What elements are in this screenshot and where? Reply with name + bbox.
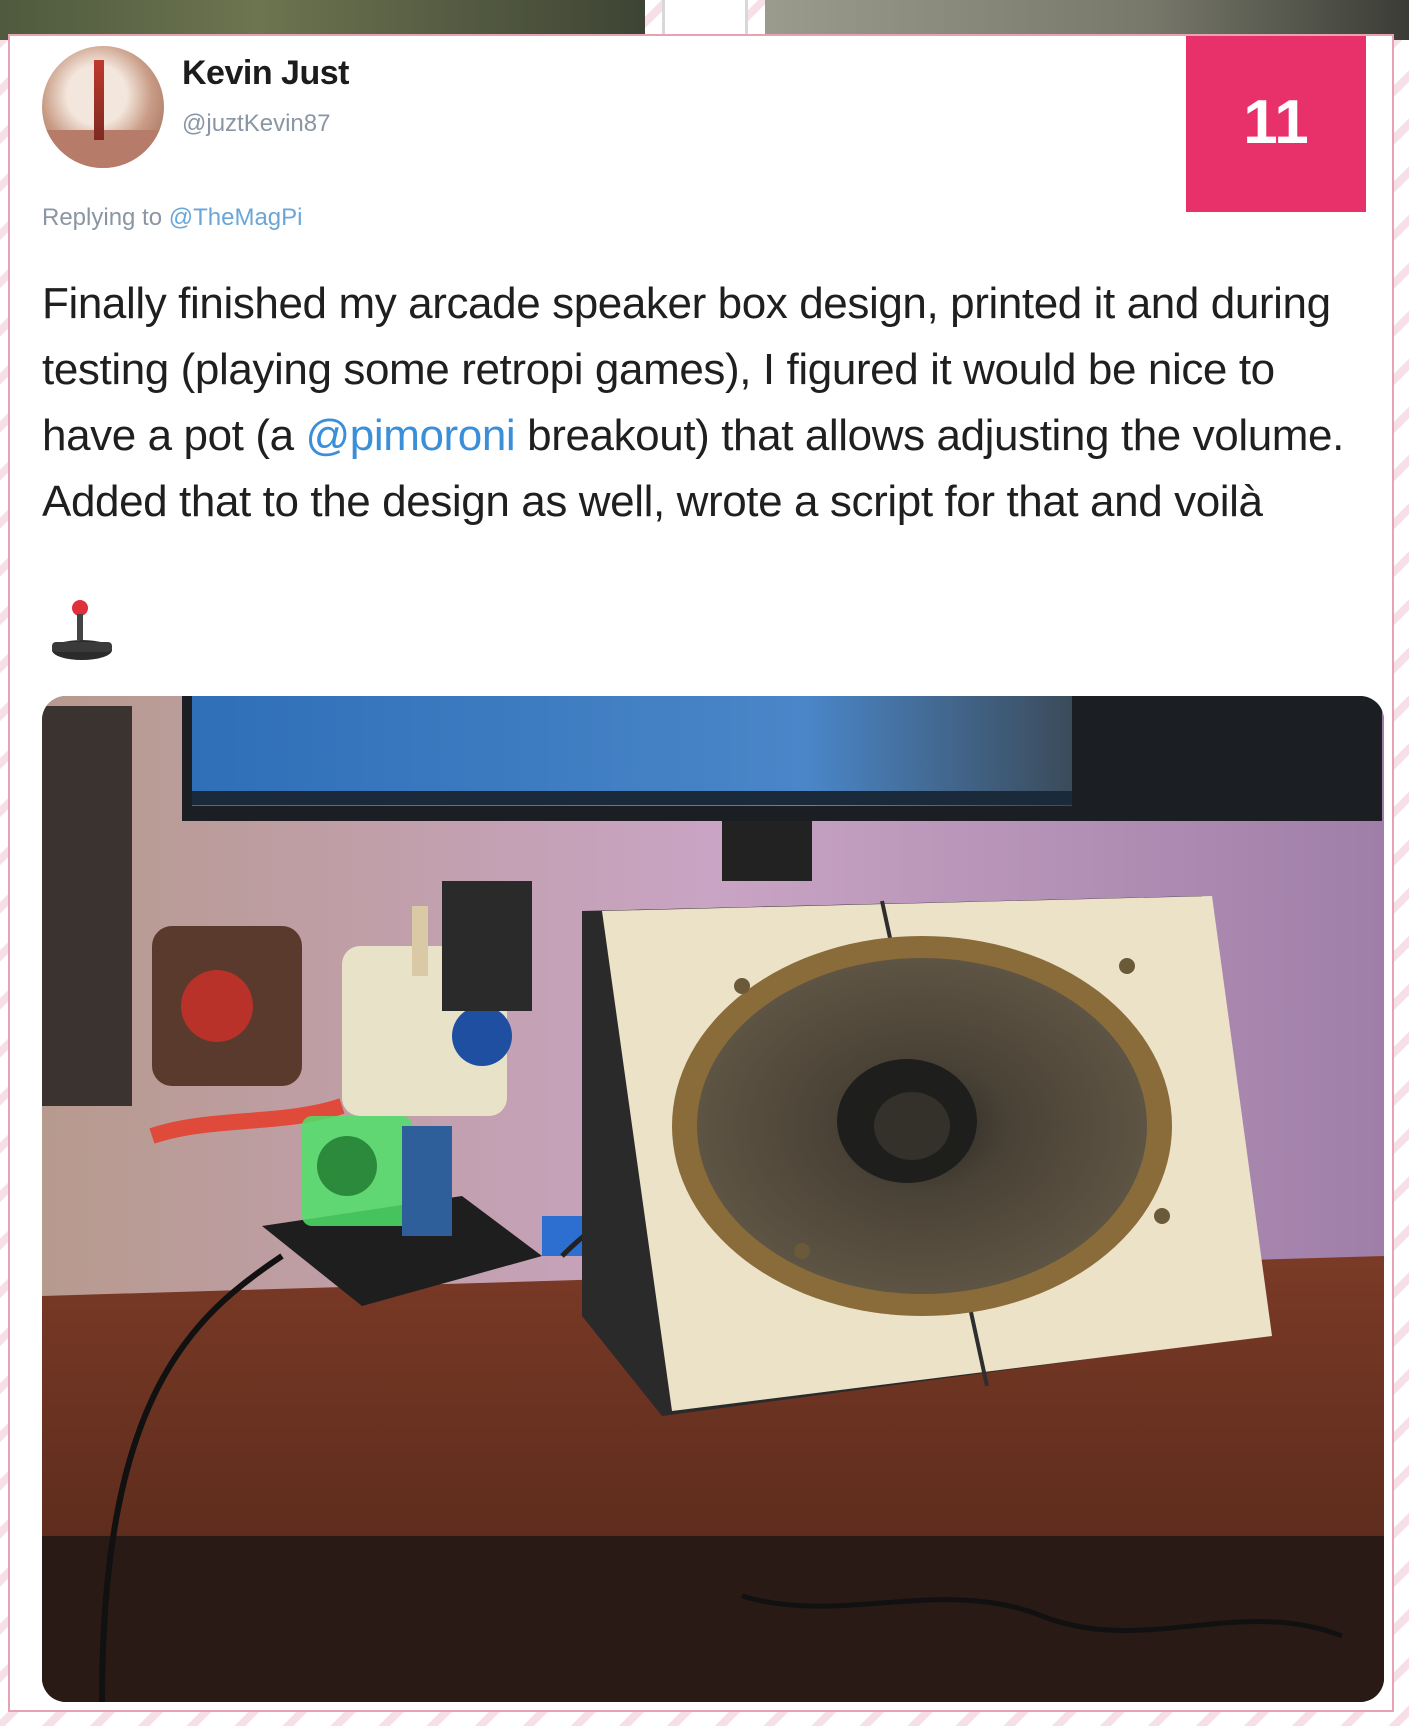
pimoroni-mention-link[interactable]: @pimoroni [305, 411, 515, 460]
reply-line: Replying to @TheMagPi [42, 204, 303, 232]
reply-to-mention[interactable]: @TheMagPi [169, 204, 303, 231]
avatar[interactable] [42, 46, 164, 168]
author-name[interactable]: Kevin Just [182, 54, 349, 93]
issue-number-badge: 11 [1186, 36, 1366, 212]
author-handle[interactable]: @juztKevin87 [182, 110, 330, 138]
tweet-card: Kevin Just @juztKevin87 11 Replying to @… [8, 34, 1394, 1712]
joystick-icon [52, 600, 112, 660]
tweet-text: Finally finished my arcade speaker box d… [42, 271, 1372, 535]
reply-prefix: Replying to [42, 204, 163, 231]
speaker-box-photo[interactable] [42, 696, 1384, 1702]
